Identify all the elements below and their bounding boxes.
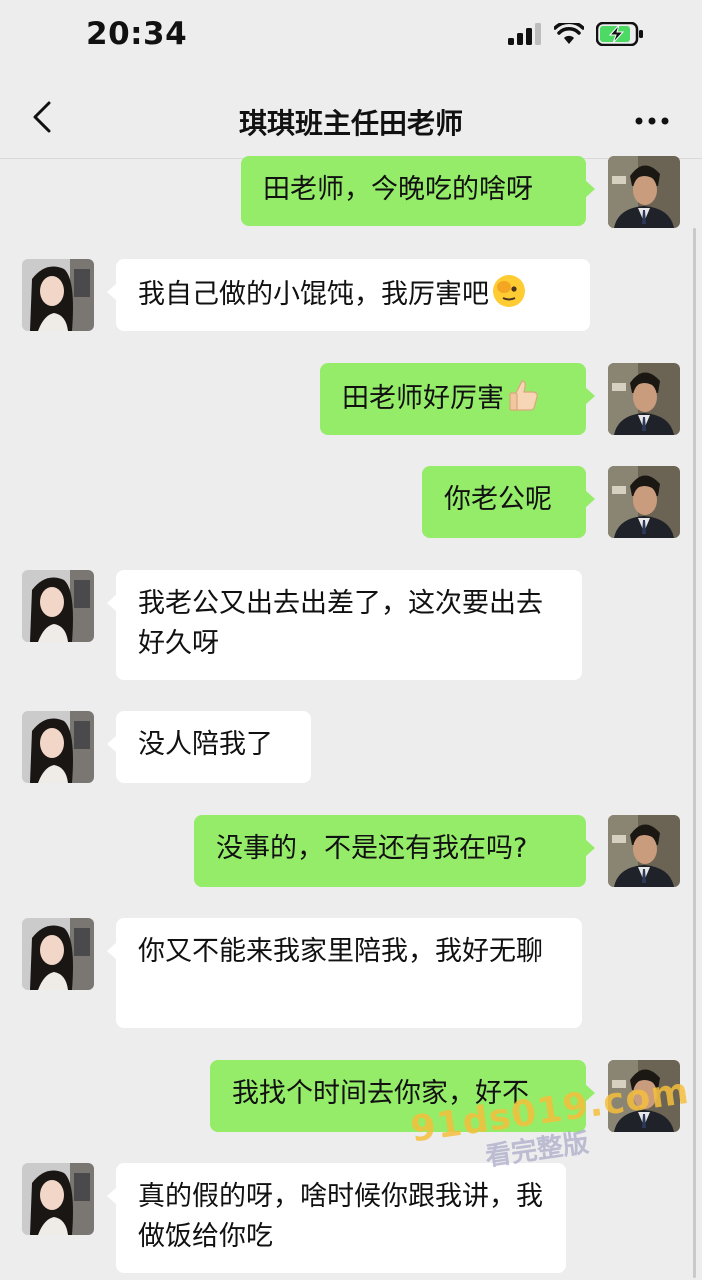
wifi-icon <box>553 20 585 49</box>
avatar-me[interactable] <box>608 815 680 887</box>
avatar-other[interactable] <box>22 711 94 783</box>
thumbs-up-emoji <box>506 377 542 425</box>
message-bubble-received[interactable]: 你又不能来我家里陪我，我好无聊 <box>107 918 582 1028</box>
message-text: 我找个时间去你家，好不 <box>232 1078 529 1109</box>
status-time: 20:34 <box>86 16 188 52</box>
avatar-me[interactable] <box>608 1060 680 1132</box>
more-button[interactable] <box>632 106 672 132</box>
status-bar: 20:34 <box>0 0 702 80</box>
avatar-other[interactable] <box>22 259 94 331</box>
chat-title: 琪琪班主任田老师 <box>238 107 463 140</box>
scrollbar[interactable] <box>693 228 696 1278</box>
message-text: 田老师，今晚吃的啥呀 <box>263 174 533 205</box>
status-icons <box>508 20 644 50</box>
message-bubble-received[interactable]: 我自己做的小馄饨，我厉害吧 <box>107 259 590 331</box>
message-text: 你老公呢 <box>444 484 552 515</box>
message-bubble-sent[interactable]: 没事的，不是还有我在吗? <box>194 815 595 887</box>
chat-header: 琪琪班主任田老师 <box>0 80 702 159</box>
avatar-other[interactable] <box>22 1163 94 1235</box>
message-bubble-sent[interactable]: 田老师，今晚吃的啥呀 <box>241 156 595 226</box>
avatar-me[interactable] <box>608 156 680 228</box>
avatar-me[interactable] <box>608 466 680 538</box>
message-bubble-received[interactable]: 没人陪我了 <box>107 711 311 783</box>
message-text: 我老公又出去出差了，这次要出去好久呀 <box>138 588 543 659</box>
salute-emoji <box>491 273 527 321</box>
message-text: 真的假的呀，啥时候你跟我讲，我做饭给你吃 <box>138 1181 543 1252</box>
message-bubble-received[interactable]: 我老公又出去出差了，这次要出去好久呀 <box>107 570 582 680</box>
message-text: 田老师好厉害 <box>342 383 504 414</box>
message-text: 你又不能来我家里陪我，我好无聊 <box>138 936 543 967</box>
message-text: 没事的，不是还有我在吗? <box>216 833 528 864</box>
signal-icon <box>508 23 542 49</box>
battery-charging-icon <box>595 21 644 50</box>
message-bubble-sent[interactable]: 你老公呢 <box>422 466 595 538</box>
message-text: 我自己做的小馄饨，我厉害吧 <box>138 279 489 310</box>
message-text: 没人陪我了 <box>138 729 273 760</box>
message-bubble-sent[interactable]: 田老师好厉害 <box>320 363 595 435</box>
avatar-me[interactable] <box>608 363 680 435</box>
message-bubble-sent[interactable]: 我找个时间去你家，好不 <box>210 1060 595 1132</box>
avatar-other[interactable] <box>22 918 94 990</box>
avatar-other[interactable] <box>22 570 94 642</box>
more-dots-icon <box>635 110 669 129</box>
message-bubble-received[interactable]: 真的假的呀，啥时候你跟我讲，我做饭给你吃 <box>107 1163 566 1273</box>
